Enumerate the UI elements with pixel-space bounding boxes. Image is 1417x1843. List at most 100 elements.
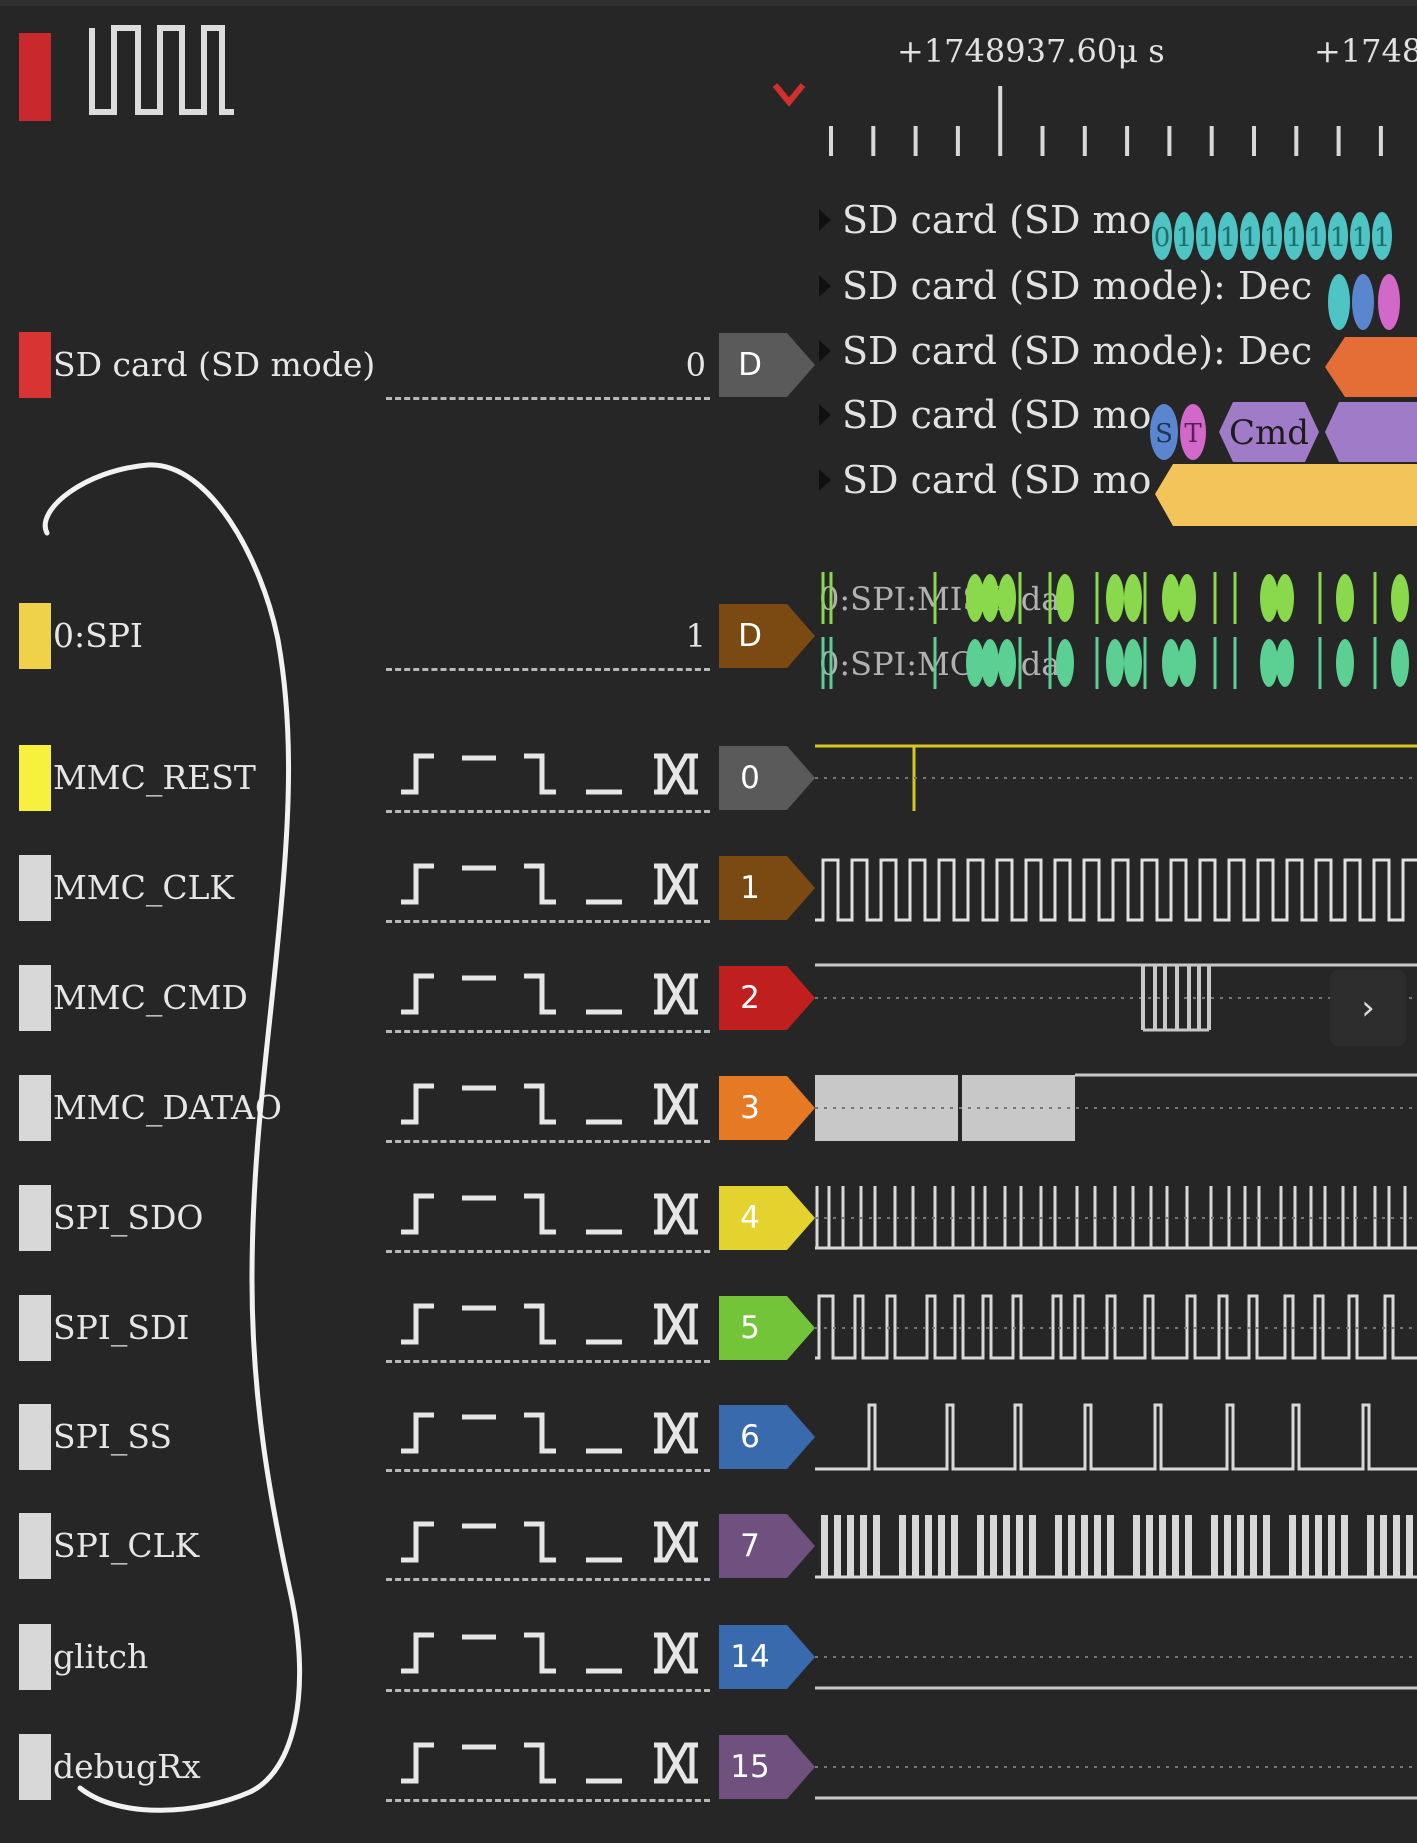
channel-name[interactable]: debugRx — [53, 1750, 201, 1783]
falling-edge-icon[interactable] — [518, 1078, 570, 1126]
waveform-spi-clk-pulse — [1315, 1515, 1322, 1577]
high-level-icon[interactable] — [456, 1627, 508, 1675]
channel-color-swatch[interactable] — [19, 1185, 51, 1251]
channel-name[interactable]: glitch — [53, 1640, 148, 1673]
channel-color-swatch[interactable] — [19, 1513, 51, 1579]
any-edge-icon[interactable] — [650, 1407, 702, 1455]
low-level-icon[interactable] — [582, 1407, 634, 1455]
channel-index-tag[interactable]: D — [719, 604, 817, 668]
rising-edge-icon[interactable] — [396, 1627, 448, 1675]
low-level-icon[interactable] — [582, 1516, 634, 1564]
rising-edge-icon[interactable] — [396, 748, 448, 796]
high-level-icon[interactable] — [456, 1188, 508, 1236]
low-level-icon[interactable] — [582, 1188, 634, 1236]
falling-edge-icon[interactable] — [518, 1737, 570, 1785]
rising-edge-icon[interactable] — [396, 1188, 448, 1236]
waveform-spi-clk-pulse — [925, 1515, 932, 1577]
channel-color-swatch[interactable] — [19, 965, 51, 1031]
channel-color-swatch[interactable] — [19, 745, 51, 811]
channel-index-tag[interactable]: 0 — [719, 746, 817, 810]
rising-edge-icon[interactable] — [396, 1078, 448, 1126]
any-edge-icon[interactable] — [650, 1737, 702, 1785]
expand-arrow-icon[interactable] — [819, 404, 831, 426]
high-level-icon[interactable] — [456, 1078, 508, 1126]
any-edge-icon[interactable] — [650, 748, 702, 796]
any-edge-icon[interactable] — [650, 1627, 702, 1675]
channel-index-tag[interactable]: 14 — [719, 1625, 817, 1689]
rising-edge-icon[interactable] — [396, 1407, 448, 1455]
channel-name[interactable]: MMC_CLK — [53, 871, 234, 904]
expand-arrow-icon[interactable] — [819, 469, 831, 491]
expand-arrow-icon[interactable] — [819, 340, 831, 362]
any-edge-icon[interactable] — [650, 1298, 702, 1346]
channel-index-tag[interactable]: 4 — [719, 1186, 817, 1250]
channel-name[interactable]: SPI_SDO — [53, 1201, 203, 1234]
falling-edge-icon[interactable] — [518, 1298, 570, 1346]
channel-color-swatch[interactable] — [19, 1624, 51, 1690]
rising-edge-icon[interactable] — [396, 968, 448, 1016]
channel-color-swatch[interactable] — [19, 1734, 51, 1800]
channel-name[interactable]: 0:SPI — [53, 619, 143, 652]
falling-edge-icon[interactable] — [518, 858, 570, 906]
falling-edge-icon[interactable] — [518, 1188, 570, 1236]
low-level-icon[interactable] — [582, 1078, 634, 1126]
channel-index-tag[interactable]: D — [719, 333, 817, 397]
channel-index-label: D — [738, 347, 762, 383]
high-level-icon[interactable] — [456, 968, 508, 1016]
falling-edge-icon[interactable] — [518, 968, 570, 1016]
channel-index-tag[interactable]: 6 — [719, 1405, 817, 1469]
channel-index-tag[interactable]: 15 — [719, 1735, 817, 1799]
any-edge-icon[interactable] — [650, 1516, 702, 1564]
channel-color-swatch[interactable] — [19, 1404, 51, 1470]
rising-edge-icon[interactable] — [396, 1298, 448, 1346]
high-level-icon[interactable] — [456, 1407, 508, 1455]
trigger-selector — [396, 968, 702, 1016]
falling-edge-icon[interactable] — [518, 1407, 570, 1455]
channel-name[interactable]: SPI_SS — [53, 1420, 172, 1453]
channel-name[interactable]: MMC_DATAO — [53, 1091, 282, 1124]
low-level-icon[interactable] — [582, 968, 634, 1016]
channel-name[interactable]: SPI_SDI — [53, 1311, 189, 1344]
falling-edge-icon[interactable] — [518, 748, 570, 796]
low-level-icon[interactable] — [582, 748, 634, 796]
high-level-icon[interactable] — [456, 858, 508, 906]
channel-index-tag[interactable]: 7 — [719, 1514, 817, 1578]
waveform-spi-clk-pulse — [1055, 1515, 1062, 1577]
trigger-marker-icon[interactable] — [772, 82, 806, 108]
channel-color-swatch[interactable] — [19, 603, 51, 669]
any-edge-icon[interactable] — [650, 968, 702, 1016]
channel-index-tag[interactable]: 2 — [719, 966, 817, 1030]
scroll-right-button[interactable]: › — [1330, 970, 1406, 1046]
channel-index-tag[interactable]: 3 — [719, 1076, 817, 1140]
expand-arrow-icon[interactable] — [819, 209, 831, 231]
spi-data-cell — [1178, 639, 1196, 687]
channel-name[interactable]: SD card (SD mode) — [53, 348, 375, 381]
channel-color-swatch[interactable] — [19, 1295, 51, 1361]
channel-name[interactable]: MMC_REST — [53, 761, 256, 794]
low-level-icon[interactable] — [582, 1627, 634, 1675]
channel-color-swatch[interactable] — [19, 332, 51, 398]
falling-edge-icon[interactable] — [518, 1516, 570, 1564]
any-edge-icon[interactable] — [650, 1078, 702, 1126]
channel-name[interactable]: SPI_CLK — [53, 1529, 199, 1562]
channel-color-swatch[interactable] — [19, 855, 51, 921]
channel-color-swatch[interactable] — [19, 1075, 51, 1141]
rising-edge-icon[interactable] — [396, 1516, 448, 1564]
high-level-icon[interactable] — [456, 1298, 508, 1346]
low-level-icon[interactable] — [582, 858, 634, 906]
any-edge-icon[interactable] — [650, 858, 702, 906]
high-level-icon[interactable] — [456, 748, 508, 796]
falling-edge-icon[interactable] — [518, 1627, 570, 1675]
any-edge-icon[interactable] — [650, 1188, 702, 1236]
high-level-icon[interactable] — [456, 1737, 508, 1785]
channel-index-tag[interactable]: 1 — [719, 856, 817, 920]
low-level-icon[interactable] — [582, 1737, 634, 1785]
channel-index-tag[interactable]: 5 — [719, 1296, 817, 1360]
expand-arrow-icon[interactable] — [819, 275, 831, 297]
high-level-icon[interactable] — [456, 1516, 508, 1564]
low-level-icon[interactable] — [582, 1298, 634, 1346]
rising-edge-icon[interactable] — [396, 1737, 448, 1785]
waveform-area[interactable]: 0 1 1 1 1 1 1 1 1 1 1 S T Cmd 0:SPI:MISO dat 0:SPI:MOSI… — [815, 0, 1417, 1843]
rising-edge-icon[interactable] — [396, 858, 448, 906]
channel-name[interactable]: MMC_CMD — [53, 981, 248, 1014]
